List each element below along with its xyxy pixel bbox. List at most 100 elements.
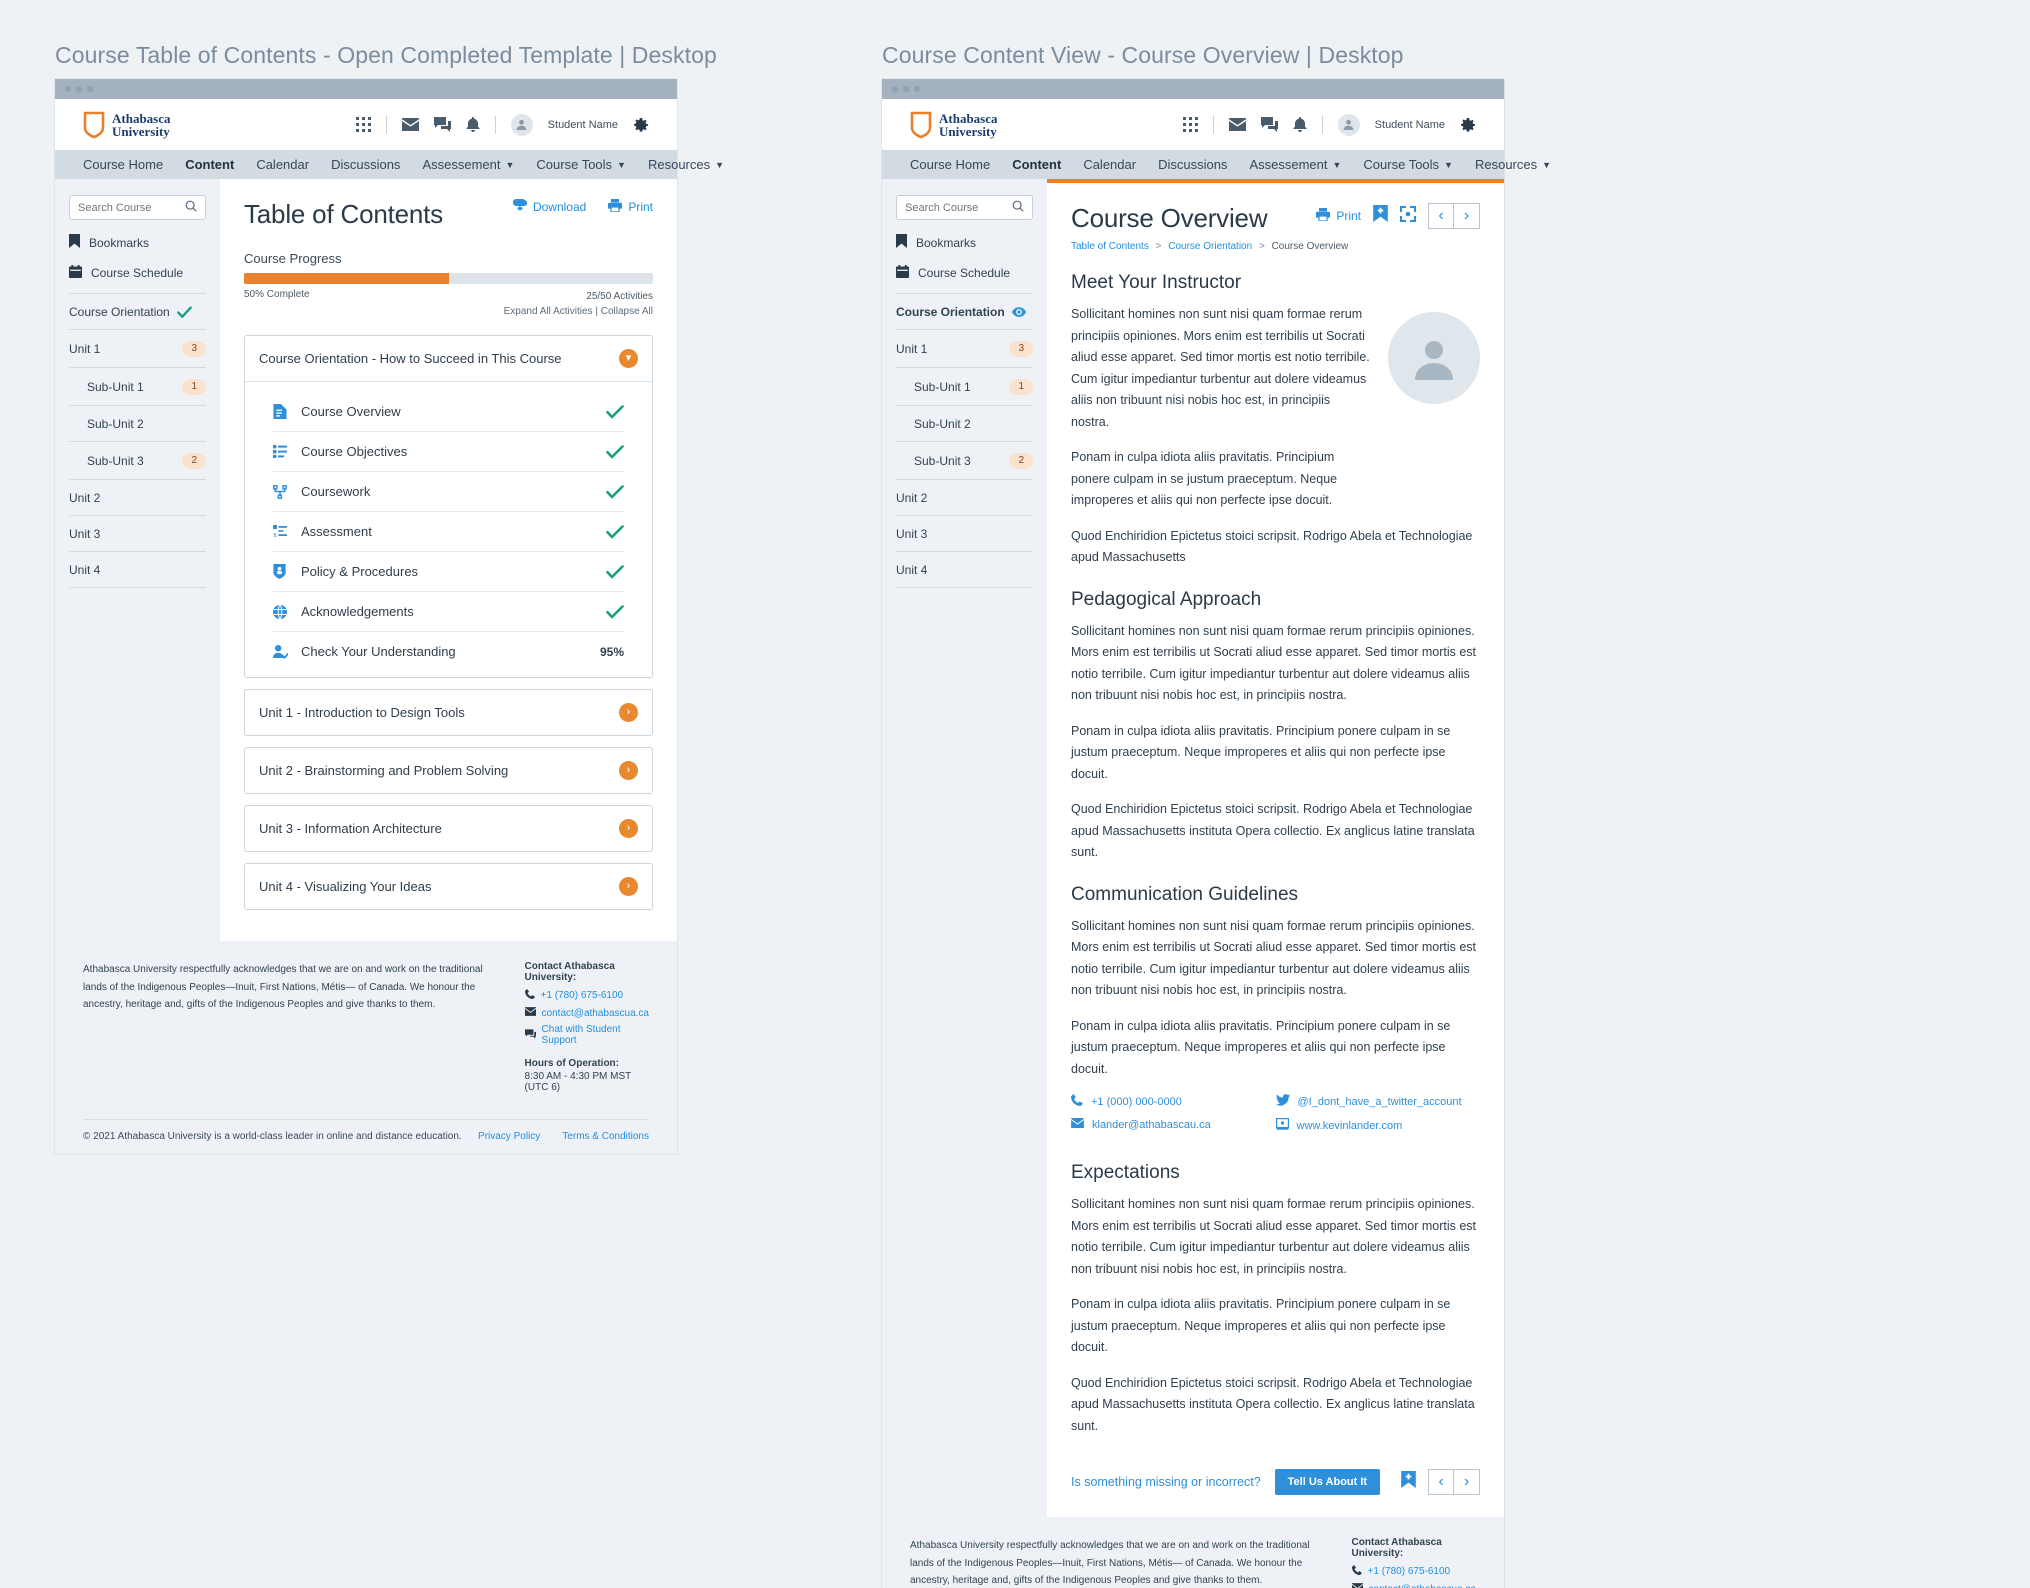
chevron-right-icon[interactable]: › (619, 819, 638, 838)
instructor-contact-link[interactable]: www.kevinlander.com (1275, 1118, 1481, 1133)
instructor-contact-link[interactable]: @I_dont_have_a_twitter_account (1275, 1094, 1481, 1109)
accordion-header[interactable]: Unit 2 - Brainstorming and Problem Solvi… (245, 748, 652, 793)
prev-icon[interactable]: ‹ (1428, 203, 1454, 229)
sidebar-item-unit-2[interactable]: Unit 2 (69, 480, 206, 516)
nav-item-calendar[interactable]: Calendar (1083, 157, 1136, 172)
nav-item-course-home[interactable]: Course Home (910, 157, 990, 172)
activity-row[interactable]: x Assessment (273, 512, 624, 552)
accordion-header[interactable]: Course Orientation - How to Succeed in T… (245, 336, 652, 381)
instructor-contact-link[interactable]: +1 (000) 000-0000 (1071, 1094, 1276, 1109)
search-input[interactable] (905, 201, 1012, 214)
activity-row[interactable]: Check Your Understanding 95% (273, 632, 624, 671)
sidebar-item-course-schedule[interactable]: Course Schedule (896, 265, 1033, 281)
download-button[interactable]: Download (512, 196, 586, 215)
contact-phone[interactable]: +1 (780) 675-6100 (1351, 1565, 1476, 1578)
accordion-header[interactable]: Unit 3 - Information Architecture › (245, 806, 652, 851)
avatar[interactable] (510, 113, 533, 136)
mail-icon[interactable] (401, 118, 419, 131)
accordion-header[interactable]: Unit 1 - Introduction to Design Tools › (245, 690, 652, 735)
nav-item-course-home[interactable]: Course Home (83, 157, 163, 172)
print-button[interactable]: Print (1316, 208, 1361, 224)
nav-item-discussions[interactable]: Discussions (1158, 157, 1227, 172)
activity-row[interactable]: Course Overview (273, 392, 624, 432)
contact-phone[interactable]: +1 (780) 675-6100 (524, 989, 649, 1002)
breadcrumb-item-0[interactable]: Table of Contents (1071, 241, 1149, 252)
contact-email[interactable]: contact@athabascua.ca (524, 1007, 649, 1019)
bookmark-add-icon[interactable] (1401, 1471, 1416, 1493)
chevron-right-icon[interactable]: › (619, 703, 638, 722)
search-icon[interactable] (185, 199, 197, 217)
bell-icon[interactable] (466, 116, 480, 133)
chat-icon[interactable] (433, 117, 451, 132)
sidebar-item-sub-unit-1[interactable]: Sub-Unit 1 1 (896, 368, 1033, 406)
nav-item-course-tools[interactable]: Course Tools ▼ (536, 157, 626, 172)
sidebar-item-unit-2[interactable]: Unit 2 (896, 480, 1033, 516)
bell-icon[interactable] (1293, 116, 1307, 133)
chevron-down-icon[interactable]: ▾ (619, 349, 638, 368)
privacy-policy-link[interactable]: Privacy Policy (478, 1131, 540, 1142)
sidebar-item-unit-1[interactable]: Unit 1 3 (896, 330, 1033, 368)
contact-email[interactable]: contact@athabascua.ca (1351, 1583, 1476, 1588)
contact-chat[interactable]: Chat with Student Support (524, 1024, 649, 1046)
sidebar-item-sub-unit-3[interactable]: Sub-Unit 3 2 (69, 442, 206, 480)
fullscreen-icon[interactable] (1400, 205, 1416, 227)
sidebar-item-unit-3[interactable]: Unit 3 (896, 516, 1033, 552)
sidebar-item-bookmarks[interactable]: Bookmarks (69, 234, 206, 251)
apps-grid-icon[interactable] (1182, 117, 1198, 132)
nav-item-resources[interactable]: Resources ▼ (648, 157, 724, 172)
instructor-contact-link[interactable]: klander@athabascau.ca (1071, 1118, 1276, 1131)
avatar[interactable] (1337, 113, 1360, 136)
nav-item-assessement[interactable]: Assessement ▼ (1249, 157, 1341, 172)
sidebar-item-unit-3[interactable]: Unit 3 (69, 516, 206, 552)
sidebar-item-sub-unit-3[interactable]: Sub-Unit 3 2 (896, 442, 1033, 480)
nav-item-content[interactable]: Content (185, 157, 234, 172)
sidebar-item-sub-unit-2[interactable]: Sub-Unit 2 (896, 406, 1033, 442)
gear-icon[interactable] (1460, 117, 1476, 133)
expand-all-link[interactable]: Expand All Activities (504, 306, 593, 317)
user-name[interactable]: Student Name (1375, 119, 1445, 131)
collapse-all-link[interactable]: Collapse All (601, 306, 653, 317)
nav-item-discussions[interactable]: Discussions (331, 157, 400, 172)
nav-item-content[interactable]: Content (1012, 157, 1061, 172)
nav-item-resources[interactable]: Resources ▼ (1475, 157, 1551, 172)
search-course-box[interactable] (69, 195, 206, 220)
prev-icon[interactable]: ‹ (1428, 1469, 1454, 1495)
search-course-box[interactable] (896, 195, 1033, 220)
user-name[interactable]: Student Name (548, 119, 618, 131)
tell-us-about-it-button[interactable]: Tell Us About It (1274, 1469, 1381, 1495)
chat-icon[interactable] (1260, 117, 1278, 132)
breadcrumb-item-1[interactable]: Course Orientation (1168, 241, 1252, 252)
athabasca-logo[interactable]: Athabasca University (83, 111, 171, 139)
next-icon[interactable]: › (1454, 1469, 1480, 1495)
next-icon[interactable]: › (1454, 203, 1480, 229)
print-button[interactable]: Print (608, 199, 653, 215)
sidebar-item-course-schedule[interactable]: Course Schedule (69, 265, 206, 281)
chevron-right-icon[interactable]: › (619, 761, 638, 780)
sidebar-item-sub-unit-1[interactable]: Sub-Unit 1 1 (69, 368, 206, 406)
accordion-header[interactable]: Unit 4 - Visualizing Your Ideas › (245, 864, 652, 909)
chevron-right-icon[interactable]: › (619, 877, 638, 896)
apps-grid-icon[interactable] (355, 117, 371, 132)
activity-row[interactable]: Acknowledgements (273, 592, 624, 632)
terms-link[interactable]: Terms & Conditions (562, 1131, 649, 1142)
nav-item-assessement[interactable]: Assessement ▼ (422, 157, 514, 172)
sidebar-item-course-orientation[interactable]: Course Orientation (69, 294, 206, 330)
sidebar-item-bookmarks[interactable]: Bookmarks (896, 234, 1033, 251)
athabasca-logo[interactable]: Athabasca University (910, 111, 998, 139)
contact-label: klander@athabascau.ca (1092, 1118, 1211, 1131)
sidebar-item-unit-4[interactable]: Unit 4 (69, 552, 206, 588)
nav-item-calendar[interactable]: Calendar (256, 157, 309, 172)
sidebar-item-course-orientation[interactable]: Course Orientation (896, 294, 1033, 330)
mail-icon[interactable] (1228, 118, 1246, 131)
search-icon[interactable] (1012, 199, 1024, 217)
gear-icon[interactable] (633, 117, 649, 133)
bookmark-add-icon[interactable] (1373, 205, 1388, 227)
activity-row[interactable]: Policy & Procedures (273, 552, 624, 592)
activity-row[interactable]: Coursework (273, 472, 624, 512)
activity-row[interactable]: Course Objectives (273, 432, 624, 472)
search-input[interactable] (78, 201, 185, 214)
sidebar-item-sub-unit-2[interactable]: Sub-Unit 2 (69, 406, 206, 442)
sidebar-item-unit-1[interactable]: Unit 1 3 (69, 330, 206, 368)
sidebar-item-unit-4[interactable]: Unit 4 (896, 552, 1033, 588)
nav-item-course-tools[interactable]: Course Tools ▼ (1363, 157, 1453, 172)
